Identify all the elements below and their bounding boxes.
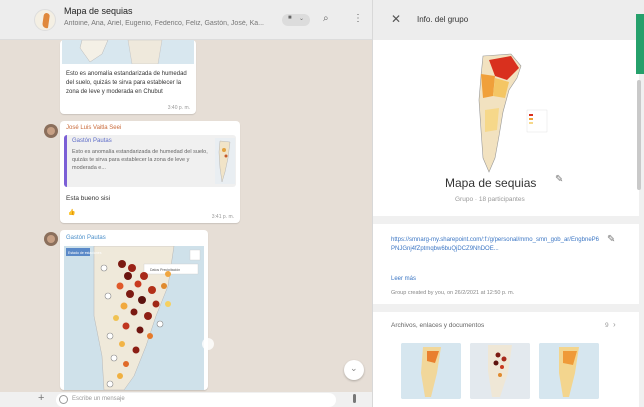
- message-time: 3:41 p. m.: [211, 214, 234, 220]
- media-thumbnail[interactable]: [539, 343, 599, 399]
- composer-bar: + Escribe un mensaje: [0, 392, 372, 407]
- quote-text: Esto es anomalía estandarizada de humeda…: [72, 149, 208, 171]
- thumbnail-map: [470, 343, 530, 399]
- chat-members[interactable]: Antoine, Ana, Ariel, Eugenio, Federico, …: [64, 20, 264, 27]
- avatar[interactable]: [44, 124, 58, 138]
- scroll-down-button[interactable]: ⌄: [344, 360, 364, 380]
- message-text: Esto es anomalía estandarizada de humeda…: [66, 71, 187, 95]
- message-sender[interactable]: José Luis Vaitla Seei: [66, 125, 121, 131]
- read-more-link[interactable]: Leer más: [391, 276, 416, 282]
- search-icon[interactable]: ⌕: [323, 13, 329, 24]
- video-call-button[interactable]: ■ ⌄: [282, 14, 310, 26]
- chevron-right-icon[interactable]: ›: [613, 320, 616, 329]
- quoted-message[interactable]: Gastón Pautas Esto es anomalía estandari…: [64, 135, 236, 187]
- pencil-icon[interactable]: ✎: [555, 174, 563, 185]
- message-time: 3:40 p. m.: [167, 105, 190, 111]
- message-bubble[interactable]: Esto es anomalía estandarizada de humeda…: [60, 40, 196, 114]
- message-bubble[interactable]: José Luis Vaitla Seei Gastón Pautas Esto…: [60, 121, 240, 223]
- message-input-placeholder: Escribe un mensaje: [72, 396, 125, 402]
- message-bubble[interactable]: Gastón Pautas Estado de estaciones Datos…: [60, 230, 208, 390]
- chevron-down-icon: ⌄: [350, 363, 358, 373]
- media-thumbnail[interactable]: [401, 343, 461, 399]
- scrollbar[interactable]: [637, 80, 641, 190]
- thumbnail-map: [539, 343, 599, 399]
- emoji-icon[interactable]: [59, 395, 68, 404]
- map-thumbnail: [62, 40, 194, 64]
- plus-icon[interactable]: +: [38, 392, 44, 404]
- avatar[interactable]: [44, 232, 58, 246]
- pencil-icon[interactable]: ✎: [607, 234, 615, 245]
- group-description-card: https://smnarg-my.sharepoint.com/:f:/g/p…: [373, 224, 639, 304]
- quote-sender: Gastón Pautas: [72, 138, 112, 144]
- thumbnail-map: [401, 343, 461, 399]
- map-legend-label: Datos Precipitación: [150, 268, 180, 272]
- message-text: Esta bueno sisi: [66, 195, 111, 202]
- message-input[interactable]: Escribe un mensaje: [56, 393, 336, 407]
- group-subtitle: Grupo · 18 participantes: [455, 196, 525, 203]
- panel-title: Info. del grupo: [417, 15, 469, 24]
- chevron-down-icon: ⌄: [299, 16, 305, 22]
- media-thumbnail[interactable]: [470, 343, 530, 399]
- media-count: 9: [605, 322, 609, 329]
- map-image[interactable]: Estado de estaciones Datos Precipitación: [64, 246, 204, 390]
- menu-icon[interactable]: ⋮: [353, 13, 363, 24]
- close-icon[interactable]: ✕: [391, 12, 401, 26]
- panel-header: ✕ Info. del grupo: [373, 0, 644, 40]
- message-sender[interactable]: Gastón Pautas: [66, 235, 106, 241]
- scroll-indicator: [636, 14, 644, 74]
- group-photo[interactable]: [455, 50, 555, 178]
- map-graphic: Estado de estaciones Datos Precipitación: [64, 246, 204, 390]
- group-info-panel: ✕ Info. del grupo Mapa de sequias ✎ Grup…: [372, 0, 644, 407]
- video-icon: ■: [288, 15, 292, 21]
- chat-title[interactable]: Mapa de sequias: [64, 6, 133, 16]
- description-link[interactable]: https://smnarg-my.sharepoint.com/:f:/g/p…: [391, 236, 601, 254]
- created-info: Group created by you, on 26/2/2021 at 12…: [391, 290, 515, 296]
- chat-pane: Mapa de sequias Antoine, Ana, Ariel, Eug…: [0, 0, 372, 407]
- quote-map-thumbnail: [215, 138, 235, 184]
- forward-icon[interactable]: [202, 338, 214, 350]
- media-section-title[interactable]: Archivos, enlaces y documentos: [391, 322, 484, 329]
- chat-header[interactable]: Mapa de sequias Antoine, Ana, Ariel, Eug…: [0, 0, 372, 40]
- map-image[interactable]: [62, 40, 194, 64]
- map-label: Estado de estaciones: [68, 251, 102, 255]
- reaction-badge[interactable]: 👍: [68, 209, 75, 216]
- group-name: Mapa de sequias: [445, 176, 537, 190]
- microphone-icon[interactable]: [353, 394, 356, 403]
- group-avatar[interactable]: [34, 9, 56, 31]
- group-summary-card: Mapa de sequias ✎ Grupo · 18 participant…: [373, 40, 639, 216]
